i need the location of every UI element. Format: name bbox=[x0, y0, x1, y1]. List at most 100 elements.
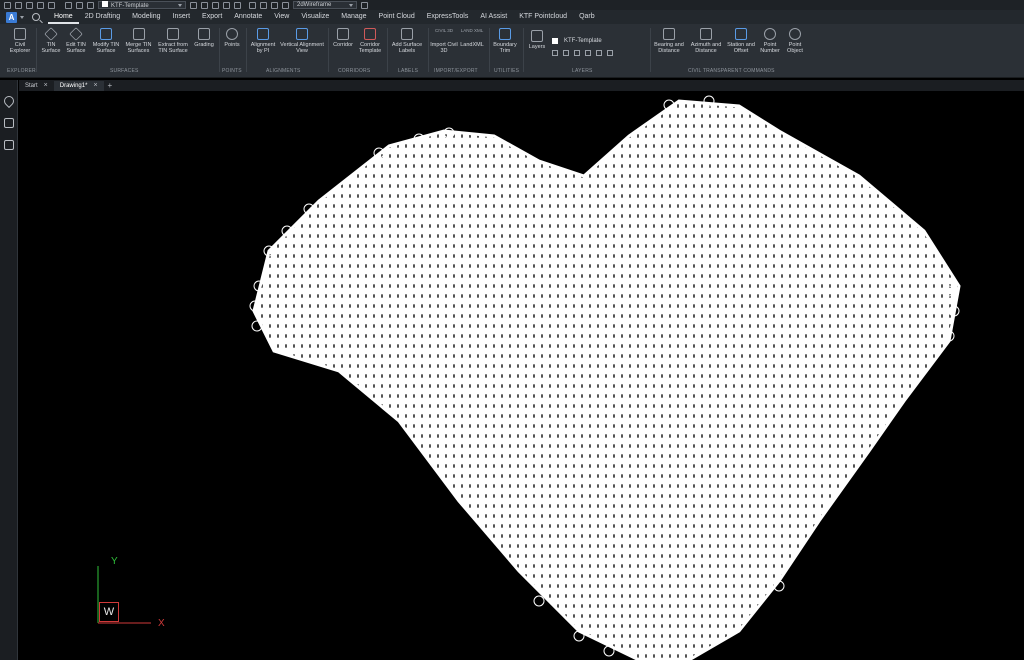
properties-panel-icon[interactable] bbox=[3, 118, 14, 128]
tab-ai-assist[interactable]: AI Assist bbox=[474, 10, 513, 24]
points-button[interactable]: Points bbox=[221, 28, 243, 48]
panel-label-utilities: UTILITIES bbox=[494, 68, 520, 74]
layer-combo[interactable]: KTF-Template bbox=[98, 1, 186, 9]
new-icon[interactable] bbox=[4, 1, 11, 9]
ribbon: Civil Explorer TIN Surface Edit TIN Surf… bbox=[0, 24, 1024, 78]
layer-off-icon[interactable] bbox=[552, 50, 558, 56]
tab-annotate[interactable]: Annotate bbox=[228, 10, 268, 24]
modify-tin-surface-button[interactable]: Modify TIN Surface bbox=[89, 28, 123, 54]
tin-surface-button[interactable]: TIN Surface bbox=[38, 27, 64, 54]
tab-ktf-pointcloud[interactable]: KTF Pointcloud bbox=[513, 10, 573, 24]
add-surface-labels-button[interactable]: Add Surface Labels bbox=[389, 28, 425, 54]
freeze-icon[interactable] bbox=[234, 1, 241, 9]
tab-visualize[interactable]: Visualize bbox=[295, 10, 335, 24]
visual-style-combo[interactable]: 2dWireframe bbox=[293, 1, 357, 9]
point-object-button[interactable]: Point Object bbox=[783, 28, 807, 54]
save-icon[interactable] bbox=[26, 1, 33, 9]
undo-icon[interactable] bbox=[37, 1, 44, 9]
azimuth-icon bbox=[700, 28, 712, 40]
vertical-alignment-view-button[interactable]: Vertical Alignment View bbox=[279, 28, 325, 54]
landxml-button[interactable]: LAND XML LandXML bbox=[458, 28, 486, 48]
corridor-template-icon bbox=[364, 28, 376, 40]
new-tab-icon[interactable]: + bbox=[108, 81, 113, 90]
search-icon[interactable] bbox=[32, 13, 40, 21]
doc-tab-start[interactable]: Start × bbox=[19, 81, 54, 91]
layers-button[interactable]: Layers bbox=[526, 44, 548, 50]
layer-name-combo[interactable]: KTF-Template bbox=[552, 36, 650, 46]
tab-point-cloud[interactable]: Point Cloud bbox=[373, 10, 421, 24]
tab-expresstools[interactable]: ExpressTools bbox=[421, 10, 475, 24]
help-icon[interactable] bbox=[361, 1, 368, 9]
cube-icon[interactable] bbox=[249, 1, 256, 9]
layer-lock-icon[interactable] bbox=[574, 50, 580, 56]
lock-icon[interactable] bbox=[87, 1, 94, 9]
boundary-trim-icon bbox=[499, 28, 511, 40]
close-icon[interactable]: × bbox=[93, 82, 97, 89]
tab-2d-drafting[interactable]: 2D Drafting bbox=[79, 10, 126, 24]
tool-icon[interactable] bbox=[190, 1, 197, 9]
panel-label-corridors[interactable]: CORRIDORS bbox=[338, 68, 370, 74]
panel-label-explorer: EXPLORER bbox=[7, 68, 36, 74]
explorer-icon bbox=[14, 28, 26, 40]
point-number-button[interactable]: Point Number bbox=[758, 28, 782, 54]
merge-tin-surfaces-button[interactable]: Merge TIN Surfaces bbox=[122, 28, 155, 54]
layer-freeze-icon[interactable] bbox=[563, 50, 569, 56]
layer-isolate-icon[interactable] bbox=[596, 50, 602, 56]
drawing-canvas[interactable]: Y X W bbox=[19, 91, 1024, 660]
alignment-icon bbox=[257, 28, 269, 40]
station-offset-button[interactable]: Station and Offset bbox=[725, 28, 757, 54]
label-icon bbox=[401, 28, 413, 40]
panel-label-surfaces[interactable]: SURFACES bbox=[110, 68, 139, 74]
layers-icon bbox=[531, 30, 543, 42]
structure-panel-icon[interactable] bbox=[3, 140, 14, 150]
doc-tab-drawing1[interactable]: Drawing1* × bbox=[53, 80, 104, 91]
pin-icon[interactable] bbox=[1, 93, 16, 109]
corridor-template-button[interactable]: Corridor Template bbox=[356, 28, 384, 54]
sphere-icon[interactable] bbox=[271, 1, 278, 9]
edit-tin-surface-button[interactable]: Edit TIN Surface bbox=[63, 27, 89, 54]
match-icon[interactable] bbox=[201, 1, 208, 9]
point-object-icon bbox=[789, 28, 801, 40]
extract-tin-surface-button[interactable]: Extract from TIN Surface bbox=[155, 28, 191, 54]
close-icon[interactable]: × bbox=[44, 82, 48, 89]
bearing-icon bbox=[663, 28, 675, 40]
tab-export[interactable]: Export bbox=[196, 10, 228, 24]
document-tabs: Start × Drawing1* × + bbox=[19, 80, 1024, 91]
tab-home[interactable]: Home bbox=[48, 10, 79, 24]
import-civil3d-button[interactable]: CIVIL 3D Import Civil 3D bbox=[430, 28, 458, 54]
panel-label-import-export[interactable]: IMPORT/EXPORT bbox=[434, 68, 478, 74]
open-icon[interactable] bbox=[15, 1, 22, 9]
station-icon bbox=[735, 28, 747, 40]
box-icon[interactable] bbox=[260, 1, 267, 9]
isolate-icon[interactable] bbox=[223, 1, 230, 9]
chevron-down-icon[interactable] bbox=[20, 15, 24, 19]
tab-manage[interactable]: Manage bbox=[335, 10, 372, 24]
corridor-button[interactable]: Corridor bbox=[330, 28, 356, 48]
grading-button[interactable]: Grading bbox=[192, 28, 216, 48]
layer-state-icon[interactable] bbox=[65, 1, 72, 9]
layer-walk-icon[interactable] bbox=[607, 50, 613, 56]
ucs-x-label: X bbox=[158, 618, 165, 629]
panel-label-labels: LABELS bbox=[398, 68, 419, 74]
layer-match-icon[interactable] bbox=[585, 50, 591, 56]
point-number-icon bbox=[764, 28, 776, 40]
sun-icon[interactable] bbox=[76, 1, 83, 9]
boundary-trim-button[interactable]: Boundary Trim bbox=[491, 28, 519, 54]
app-logo[interactable]: A bbox=[6, 11, 17, 23]
redo-icon[interactable] bbox=[48, 1, 55, 9]
panel-label-points: POINTS bbox=[222, 68, 242, 74]
bearing-distance-button[interactable]: Bearing and Distance bbox=[652, 28, 686, 54]
layer-color-swatch bbox=[102, 1, 108, 7]
civil-explorer-button[interactable]: Civil Explorer bbox=[6, 28, 34, 54]
tab-modeling[interactable]: Modeling bbox=[126, 10, 166, 24]
panel-label-layers[interactable]: LAYERS bbox=[572, 68, 593, 74]
azimuth-distance-button[interactable]: Azimuth and Distance bbox=[688, 28, 724, 54]
tab-qarb[interactable]: Qarb bbox=[573, 10, 601, 24]
panel-label-alignments[interactable]: ALIGNMENTS bbox=[266, 68, 301, 74]
properties-icon[interactable] bbox=[212, 1, 219, 9]
alignment-by-pi-button[interactable]: Alignment by PI bbox=[248, 28, 278, 54]
view-icon[interactable] bbox=[282, 1, 289, 9]
tab-view[interactable]: View bbox=[268, 10, 295, 24]
tab-insert[interactable]: Insert bbox=[167, 10, 197, 24]
extract-tin-icon bbox=[167, 28, 179, 40]
